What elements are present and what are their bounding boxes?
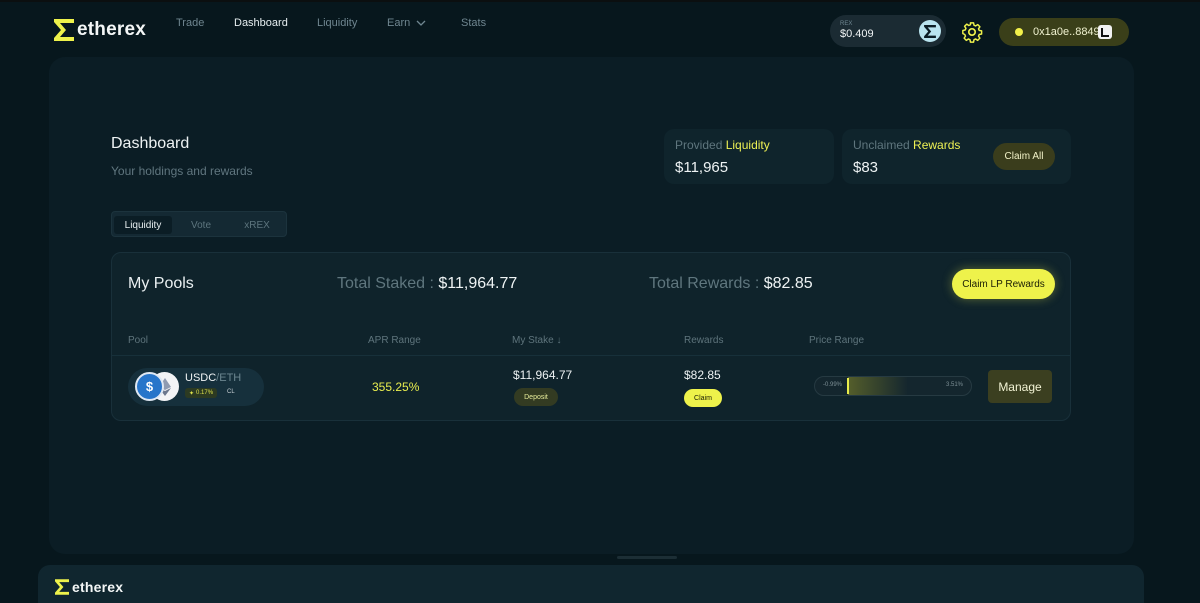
- total-rewards: Total Rewards : $82.85: [649, 275, 813, 293]
- settings-gear-icon[interactable]: [961, 21, 983, 43]
- etherex-logo-icon: [54, 19, 74, 41]
- provided-liquidity-prefix: Provided: [675, 138, 723, 152]
- fee-sparkle-icon: ✦: [189, 390, 195, 397]
- wallet-avatar-icon: [1098, 25, 1112, 39]
- token-price-label: REX: [840, 21, 853, 27]
- price-range-high: 3.51%: [945, 382, 963, 388]
- token-price-pill[interactable]: REX $0.409: [830, 15, 946, 47]
- chevron-down-icon: [416, 20, 426, 26]
- footer-brand-name: etherex: [72, 579, 124, 595]
- nav-liquidity[interactable]: Liquidity: [317, 17, 357, 29]
- pool-stake-value: $11,964.77: [513, 368, 573, 382]
- my-pools-title: My Pools: [128, 275, 194, 292]
- page-title: Dashboard: [111, 135, 190, 152]
- unclaimed-rewards-value: $83: [853, 159, 879, 176]
- claim-lp-rewards-button[interactable]: Claim LP Rewards: [952, 269, 1055, 299]
- provided-liquidity-card: Provided Liquidity $11,965: [664, 129, 834, 184]
- dashboard-panel: Dashboard Your holdings and rewards Prov…: [49, 57, 1134, 554]
- usdc-token-icon: $: [135, 372, 164, 401]
- wallet-button[interactable]: 0x1a0e..8849: [999, 18, 1129, 46]
- pool-rewards-value: $82.85: [684, 368, 721, 382]
- pool-base-token: USDC: [185, 372, 217, 384]
- column-header-rewards: Rewards: [684, 335, 724, 346]
- tab-liquidity[interactable]: Liquidity: [114, 216, 172, 234]
- token-price-value: $0.409: [840, 28, 874, 40]
- top-navbar: etherex Trade Dashboard Liquidity Earn S…: [0, 2, 1200, 58]
- pool-pair-chip[interactable]: $ USDC/ETH ✦ 0.17% CL: [128, 368, 264, 406]
- deposit-button[interactable]: Deposit: [514, 388, 558, 406]
- provided-liquidity-label: Provided Liquidity: [675, 138, 770, 152]
- tab-vote[interactable]: Vote: [176, 216, 226, 234]
- wallet-address: 0x1a0e..8849: [1033, 26, 1100, 38]
- wallet-status-dot: [1015, 28, 1023, 36]
- tab-xrex[interactable]: xREX: [232, 216, 282, 234]
- total-rewards-value: $82.85: [763, 275, 813, 292]
- page-subtitle: Your holdings and rewards: [111, 164, 253, 178]
- table-header-divider: [112, 355, 1070, 356]
- footer-logo[interactable]: etherex: [55, 579, 123, 595]
- pool-pair-name: USDC/ETH: [185, 372, 241, 384]
- column-header-pool: Pool: [128, 335, 149, 346]
- footer: etherex: [38, 565, 1144, 603]
- brand-logo[interactable]: etherex: [54, 19, 146, 41]
- nav-trade[interactable]: Trade: [176, 17, 204, 29]
- sort-arrow-down-icon: ↓: [556, 335, 562, 346]
- provided-liquidity-value: $11,965: [675, 159, 729, 176]
- price-range-bar: -0.99% 3.51%: [814, 376, 972, 396]
- total-staked-value: $11,964.77: [438, 275, 518, 292]
- pool-fee-value: 0.17%: [196, 390, 214, 396]
- price-range-low: -0.99%: [823, 382, 843, 388]
- pool-fee-badge: ✦ 0.17%: [185, 388, 218, 398]
- price-range-fill: [848, 377, 908, 395]
- my-pools-card: My Pools Total Staked : $11,964.77 Total…: [111, 252, 1071, 421]
- rex-token-icon: [919, 20, 941, 42]
- total-staked-label: Total Staked :: [337, 275, 434, 292]
- column-header-apr: APR Range: [368, 335, 421, 346]
- etherex-logo-icon: [55, 579, 69, 595]
- nav-earn[interactable]: Earn: [387, 17, 426, 29]
- nav-dashboard[interactable]: Dashboard: [234, 17, 288, 29]
- unclaimed-rewards-prefix: Unclaimed: [853, 138, 910, 152]
- scroll-handle[interactable]: [617, 556, 677, 559]
- brand-name: etherex: [77, 19, 146, 40]
- provided-liquidity-highlight: Liquidity: [725, 138, 770, 152]
- dashboard-tabs: Liquidity Vote xREX: [111, 211, 287, 237]
- nav-earn-label: Earn: [387, 17, 411, 29]
- column-header-stake-label: My Stake: [512, 335, 554, 346]
- nav-stats[interactable]: Stats: [461, 17, 486, 29]
- pool-quote-token: /ETH: [216, 372, 242, 384]
- total-staked: Total Staked : $11,964.77: [337, 275, 517, 293]
- column-header-stake[interactable]: My Stake ↓: [512, 335, 561, 346]
- current-price-marker: [847, 378, 849, 394]
- pool-apr-value: 355.25%: [372, 380, 420, 394]
- claim-all-button[interactable]: Claim All: [993, 143, 1055, 170]
- pool-type-tag: CL: [227, 389, 235, 395]
- unclaimed-rewards-highlight: Rewards: [913, 138, 961, 152]
- manage-button[interactable]: Manage: [988, 370, 1052, 403]
- column-header-price-range: Price Range: [809, 335, 865, 346]
- claim-button[interactable]: Claim: [684, 389, 722, 407]
- unclaimed-rewards-label: Unclaimed Rewards: [853, 138, 960, 152]
- total-rewards-label: Total Rewards :: [649, 275, 760, 292]
- unclaimed-rewards-card: Unclaimed Rewards $83 Claim All: [842, 129, 1071, 184]
